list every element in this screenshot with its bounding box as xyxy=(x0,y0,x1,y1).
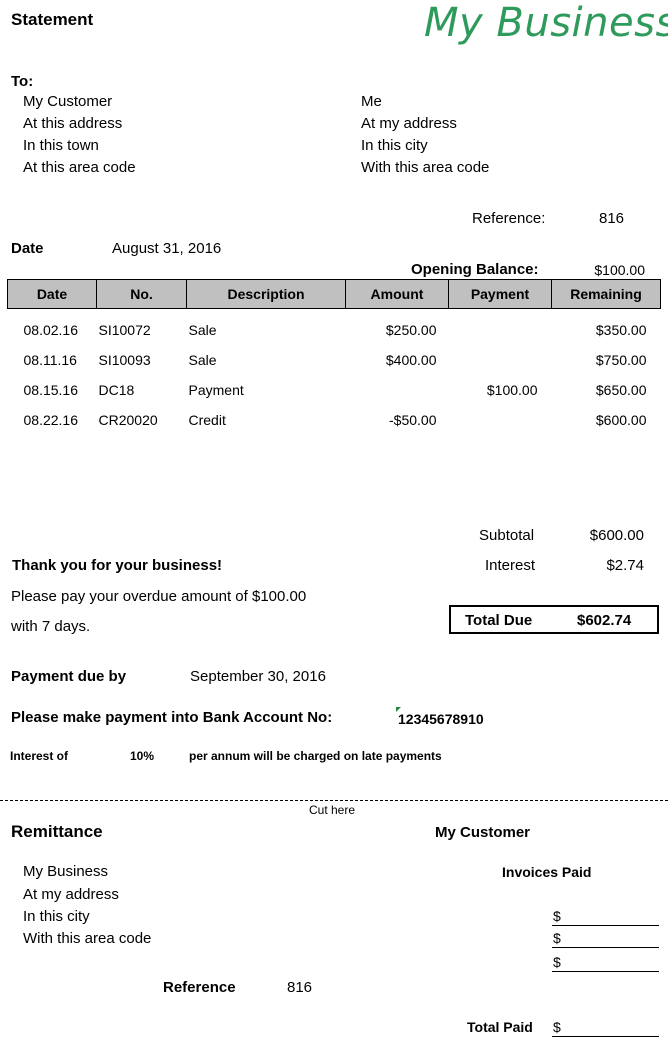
column-header-date: Date xyxy=(7,279,97,309)
cell-remaining: $600.00 xyxy=(595,412,647,428)
cell-date: 08.11.16 xyxy=(23,352,77,368)
cell-amount: $250.00 xyxy=(385,322,437,338)
remittance-title: Remittance xyxy=(11,822,103,841)
table-row: 08.22.16 CR20020 Credit -$50.00 $600.00 xyxy=(8,405,661,435)
cut-here-label: Cut here xyxy=(309,803,356,817)
business-address-line: At my address xyxy=(23,886,119,903)
currency-symbol: $ xyxy=(553,954,561,970)
column-header-remaining: Remaining xyxy=(551,279,661,309)
column-header-description: Description xyxy=(186,279,346,309)
thank-you-message: Thank you for your business! xyxy=(12,557,223,574)
customer-address-line: In this town xyxy=(23,137,99,154)
interest-label: Interest xyxy=(485,557,536,574)
reference-label: Reference: xyxy=(472,210,546,227)
cell-payment xyxy=(449,345,552,375)
cell-remaining: $750.00 xyxy=(595,352,647,368)
cell-description: Sale xyxy=(188,352,217,368)
table-row: 08.15.16 DC18 Payment $100.00 $650.00 xyxy=(8,375,661,405)
cell-date: 08.22.16 xyxy=(23,412,79,428)
business-address-line: My Business xyxy=(23,863,109,880)
overdue-message-line-2: with 7 days. xyxy=(11,618,91,635)
cell-remaining: $650.00 xyxy=(595,382,647,398)
invoice-amount-line xyxy=(552,925,659,926)
cell-payment xyxy=(449,309,552,346)
subtotal-label: Subtotal xyxy=(479,527,535,544)
sender-address-line: In this city xyxy=(361,137,428,154)
currency-symbol: $ xyxy=(553,908,561,924)
invoice-amount-line xyxy=(552,947,659,948)
table-row: 08.11.16 SI10093 Sale $400.00 $750.00 xyxy=(8,345,661,375)
cell-remaining: $350.00 xyxy=(595,322,647,338)
reference-value: 816 xyxy=(599,210,625,227)
currency-symbol: $ xyxy=(553,1019,561,1035)
customer-address-line: At this area code xyxy=(23,159,136,176)
bank-account-number: 12345678910 xyxy=(398,711,484,727)
business-logo: My Business xyxy=(424,0,668,46)
cell-no: SI10093 xyxy=(98,352,151,368)
statement-title: Statement xyxy=(11,10,94,29)
cell-amount: $400.00 xyxy=(385,352,437,368)
cell-payment: $100.00 xyxy=(486,382,538,398)
to-label: To: xyxy=(11,73,34,90)
interest-rate: 10% xyxy=(130,749,155,763)
column-header-payment: Payment xyxy=(448,279,552,309)
currency-symbol: $ xyxy=(553,930,561,946)
column-header-no: No. xyxy=(96,279,187,309)
sender-address-line: With this area code xyxy=(361,159,490,176)
total-paid-label: Total Paid xyxy=(467,1019,533,1035)
bank-account-label: Please make payment into Bank Account No… xyxy=(11,709,333,726)
payment-due-label: Payment due by xyxy=(11,668,127,685)
table-row: 08.02.16 SI10072 Sale $250.00 $350.00 xyxy=(8,309,661,346)
business-address-line: In this city xyxy=(23,908,90,925)
table-header-row: Date No. Description Amount Payment Rema… xyxy=(7,279,661,309)
sender-address-line: Me xyxy=(361,93,382,110)
cell-amount xyxy=(346,375,449,405)
sender-address-line: At my address xyxy=(361,115,457,132)
cell-date: 08.15.16 xyxy=(23,382,79,398)
statement-table: Date No. Description Amount Payment Rema… xyxy=(7,279,661,435)
total-due-box: Total Due $602.74 xyxy=(449,605,659,634)
cell-description: Payment xyxy=(188,382,244,398)
cell-no: DC18 xyxy=(98,382,135,398)
cell-date: 08.02.16 xyxy=(23,322,79,338)
total-due-value: $602.74 xyxy=(577,612,632,629)
cell-no: SI10072 xyxy=(98,322,151,338)
overdue-message-line-1: Please pay your overdue amount of $100.0… xyxy=(11,588,307,605)
opening-balance-value: $100.00 xyxy=(594,262,645,278)
column-header-amount: Amount xyxy=(345,279,449,309)
cut-line xyxy=(0,800,668,801)
date-label: Date xyxy=(11,240,44,257)
cell-no: CR20020 xyxy=(98,412,158,428)
interest-note-prefix: Interest of xyxy=(10,749,69,763)
customer-address-line: At this address xyxy=(23,115,123,132)
subtotal-value: $600.00 xyxy=(589,527,644,544)
customer-address-line: My Customer xyxy=(23,93,113,110)
cell-amount: -$50.00 xyxy=(389,412,437,428)
payment-due-date: September 30, 2016 xyxy=(190,668,326,685)
remittance-reference-value: 816 xyxy=(287,979,313,996)
cell-payment xyxy=(449,405,552,435)
remittance-customer: My Customer xyxy=(435,824,531,841)
cell-description: Credit xyxy=(188,412,226,428)
total-due-label: Total Due xyxy=(465,612,533,629)
opening-balance-label: Opening Balance: xyxy=(411,261,539,278)
date-value: August 31, 2016 xyxy=(112,240,222,257)
interest-note-suffix: per annum will be charged on late paymen… xyxy=(189,749,442,763)
interest-value: $2.74 xyxy=(606,557,644,574)
cell-description: Sale xyxy=(188,322,217,338)
remittance-reference-label: Reference xyxy=(163,979,236,996)
total-paid-line xyxy=(552,1036,659,1037)
business-address-line: With this area code xyxy=(23,930,152,947)
invoice-amount-line xyxy=(552,971,659,972)
invoices-paid-label: Invoices Paid xyxy=(502,864,592,880)
